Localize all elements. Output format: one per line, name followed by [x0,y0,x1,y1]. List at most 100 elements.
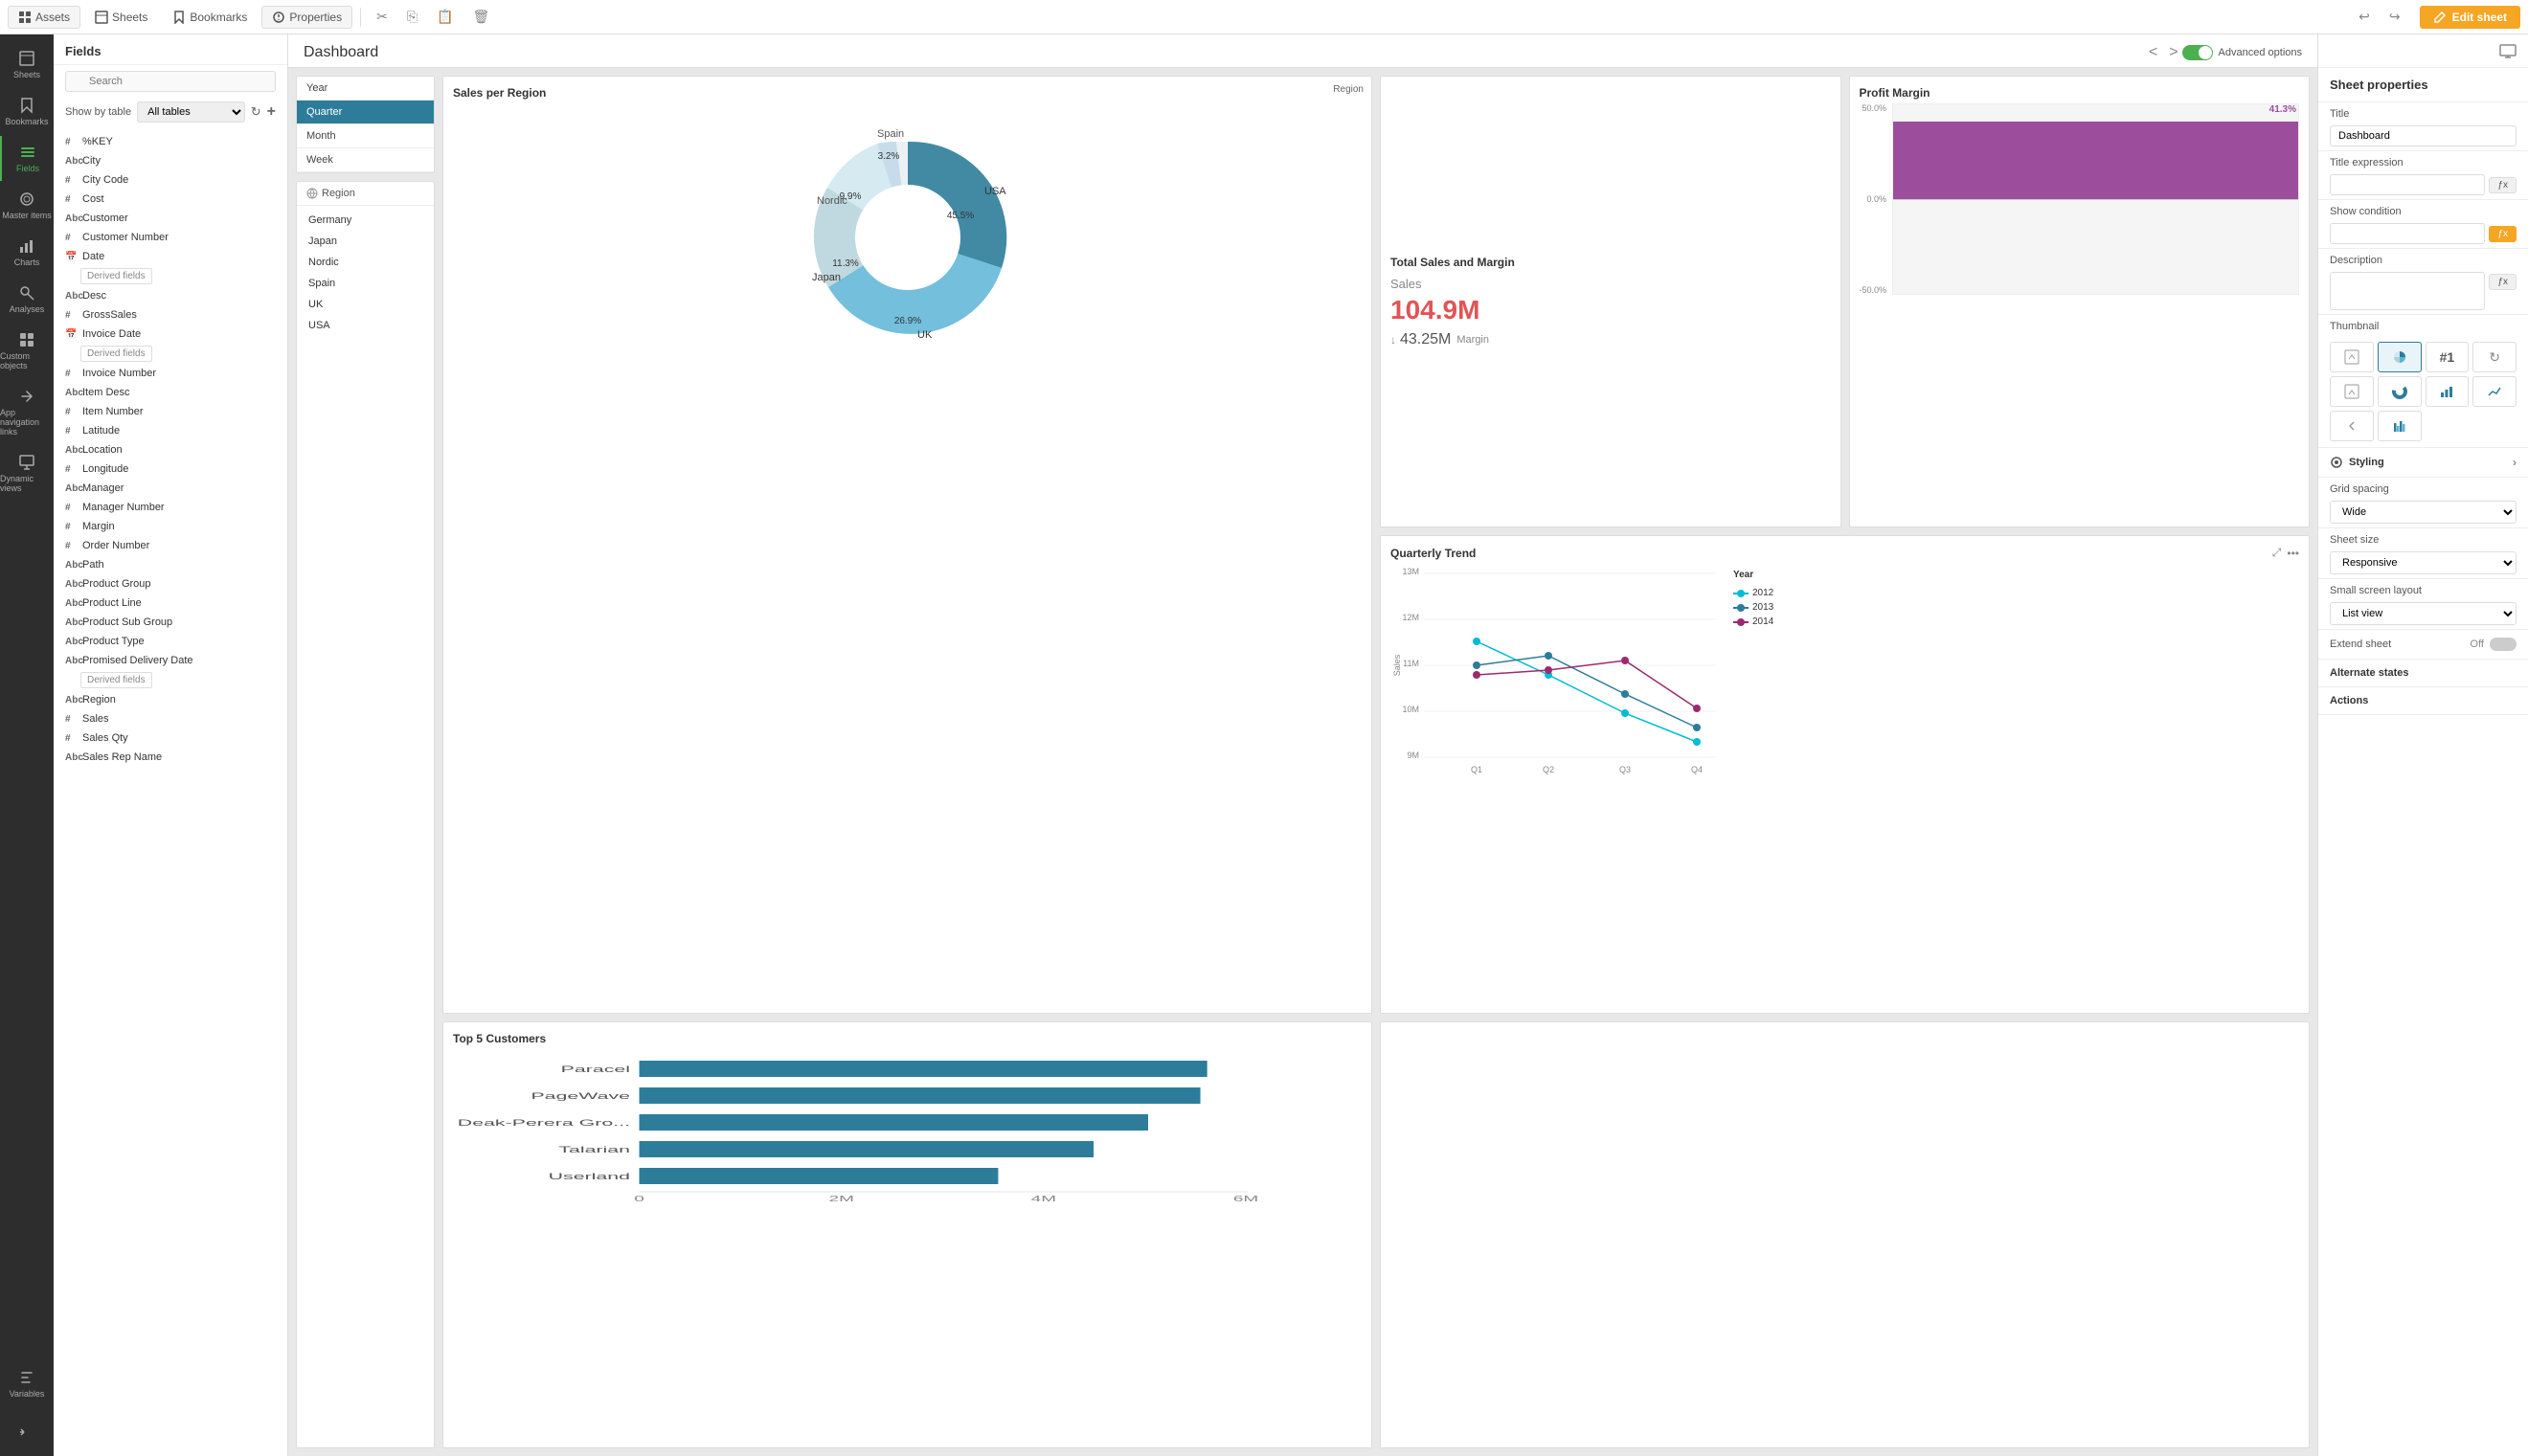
undo-btn[interactable]: ↩ [2351,5,2378,29]
nav-fields[interactable]: Fields [0,136,54,181]
y-zero: 0.0% [1860,194,1887,204]
field-item-region[interactable]: Abc Region [54,690,287,709]
show-condition-fx[interactable]: ƒx [2489,226,2517,242]
region-spain[interactable]: Spain [297,273,434,294]
tab-properties[interactable]: Properties [261,6,352,29]
title-expression-fx[interactable]: ƒx [2489,177,2517,193]
field-item-customer[interactable]: Abc Customer [54,209,287,228]
field-item-grosssales[interactable]: # GrossSales [54,305,287,325]
grid-spacing-select[interactable]: Wide [2330,501,2517,524]
field-item-customernumber[interactable]: # Customer Number [54,228,287,247]
nav-collapse[interactable] [0,1416,54,1448]
title-expression-row: ƒx [2330,174,2517,195]
filter-week[interactable]: Week [297,148,434,172]
nav-master-items[interactable]: Master items [0,183,54,228]
field-item-desc[interactable]: Abc Desc [54,286,287,305]
nav-custom-objects[interactable]: Custom objects [0,324,54,378]
thumb-grouped-bars[interactable] [2378,411,2422,441]
edit-sheet-btn[interactable]: Edit sheet [2420,6,2520,29]
add-field-btn[interactable]: + [267,103,276,121]
field-item-producttype[interactable]: Abc Product Type [54,632,287,651]
field-item-productline[interactable]: Abc Product Line [54,594,287,613]
extend-sheet-toggle[interactable] [2490,638,2517,651]
thumb-refresh[interactable]: ↻ [2472,342,2517,372]
expand-btn[interactable]: ⤢ [2272,546,2282,560]
field-name-date: Date [82,251,276,262]
refresh-btn[interactable]: ↻ [251,104,261,120]
description-input[interactable] [2330,272,2485,310]
styling-header[interactable]: Styling › [2318,448,2528,478]
thumb-bar-chart[interactable] [2426,376,2470,407]
field-item-date[interactable]: 📅 Date [54,247,287,266]
field-item-itemnumber[interactable]: # Item Number [54,402,287,421]
thumb-circle-chart[interactable] [2378,376,2422,407]
nav-sheets[interactable]: Sheets [0,42,54,87]
prev-btn[interactable]: < [2145,42,2161,63]
field-item-salesqty[interactable]: # Sales Qty [54,728,287,748]
table-select[interactable]: All tables [137,101,245,123]
thumb-pie[interactable] [2378,342,2422,372]
next-btn[interactable]: > [2165,42,2181,63]
field-item-sales[interactable]: # Sales [54,709,287,728]
paste-btn[interactable]: 📋 [429,5,461,29]
svg-text:9M: 9M [1407,750,1419,760]
thumb-hash[interactable]: #1 [2426,342,2470,372]
tab-assets[interactable]: Assets [8,6,80,29]
field-item-key[interactable]: # %KEY [54,132,287,151]
advanced-options-toggle[interactable] [2182,45,2213,60]
cut-btn[interactable]: ✂ [369,5,395,29]
title-input[interactable] [2330,125,2517,146]
field-item-invoicedate[interactable]: 📅 Invoice Date [54,325,287,344]
field-item-productgroup[interactable]: Abc Product Group [54,574,287,594]
field-type-longitude: # [65,464,77,475]
nav-bookmarks[interactable]: Bookmarks [0,89,54,134]
nav-analyses[interactable]: Analyses [0,277,54,322]
show-condition-input[interactable] [2330,223,2485,244]
field-name-managernumber: Manager Number [82,502,276,513]
field-type-sales: # [65,714,77,725]
nav-dynamic-views[interactable]: Dynamic views [0,446,54,501]
delete-btn[interactable]: 🗑 [464,5,497,29]
field-item-cost[interactable]: # Cost [54,190,287,209]
more-btn[interactable]: ••• [2287,547,2299,560]
redo-btn[interactable]: ↪ [2381,5,2408,29]
tab-sheets[interactable]: Sheets [84,6,158,29]
nav-variables[interactable]: Variables [0,1361,54,1406]
nav-charts[interactable]: Charts [0,230,54,275]
fields-search-input[interactable] [65,71,276,92]
field-item-city[interactable]: Abc City [54,151,287,170]
field-item-promiseddelivery[interactable]: Abc Promised Delivery Date [54,651,287,670]
thumb-upload2[interactable] [2330,376,2374,407]
field-item-location[interactable]: Abc Location [54,440,287,459]
filter-quarter[interactable]: Quarter [297,101,434,124]
field-item-invoicenumber[interactable]: # Invoice Number [54,364,287,383]
title-expression-input[interactable] [2330,174,2485,195]
region-nordic[interactable]: Nordic [297,252,434,273]
filter-month[interactable]: Month [297,124,434,148]
field-item-path[interactable]: Abc Path [54,555,287,574]
filter-year[interactable]: Year [297,77,434,101]
copy-btn[interactable]: ⎘ [399,5,425,29]
region-japan[interactable]: Japan [297,231,434,252]
field-item-margin[interactable]: # Margin [54,517,287,536]
field-item-longitude[interactable]: # Longitude [54,459,287,479]
description-fx[interactable]: ƒx [2489,274,2517,290]
sheet-size-select[interactable]: Responsive [2330,551,2517,574]
field-item-ordernumber[interactable]: # Order Number [54,536,287,555]
region-uk[interactable]: UK [297,294,434,315]
tab-bookmarks[interactable]: Bookmarks [162,6,258,29]
region-germany[interactable]: Germany [297,210,434,231]
field-item-itemdesc[interactable]: Abc Item Desc [54,383,287,402]
small-screen-select[interactable]: List view [2330,602,2517,625]
thumb-upload[interactable] [2330,342,2374,372]
field-item-salesrepname[interactable]: Abc Sales Rep Name [54,748,287,767]
field-item-manager[interactable]: Abc Manager [54,479,287,498]
field-item-productsubgroup[interactable]: Abc Product Sub Group [54,613,287,632]
field-item-managernumber[interactable]: # Manager Number [54,498,287,517]
thumb-left-arrow[interactable] [2330,411,2374,441]
nav-app-navigation[interactable]: App navigation links [0,380,54,444]
thumb-line-chart[interactable] [2472,376,2517,407]
field-item-latitude[interactable]: # Latitude [54,421,287,440]
region-usa[interactable]: USA [297,315,434,336]
field-item-citycode[interactable]: # City Code [54,170,287,190]
